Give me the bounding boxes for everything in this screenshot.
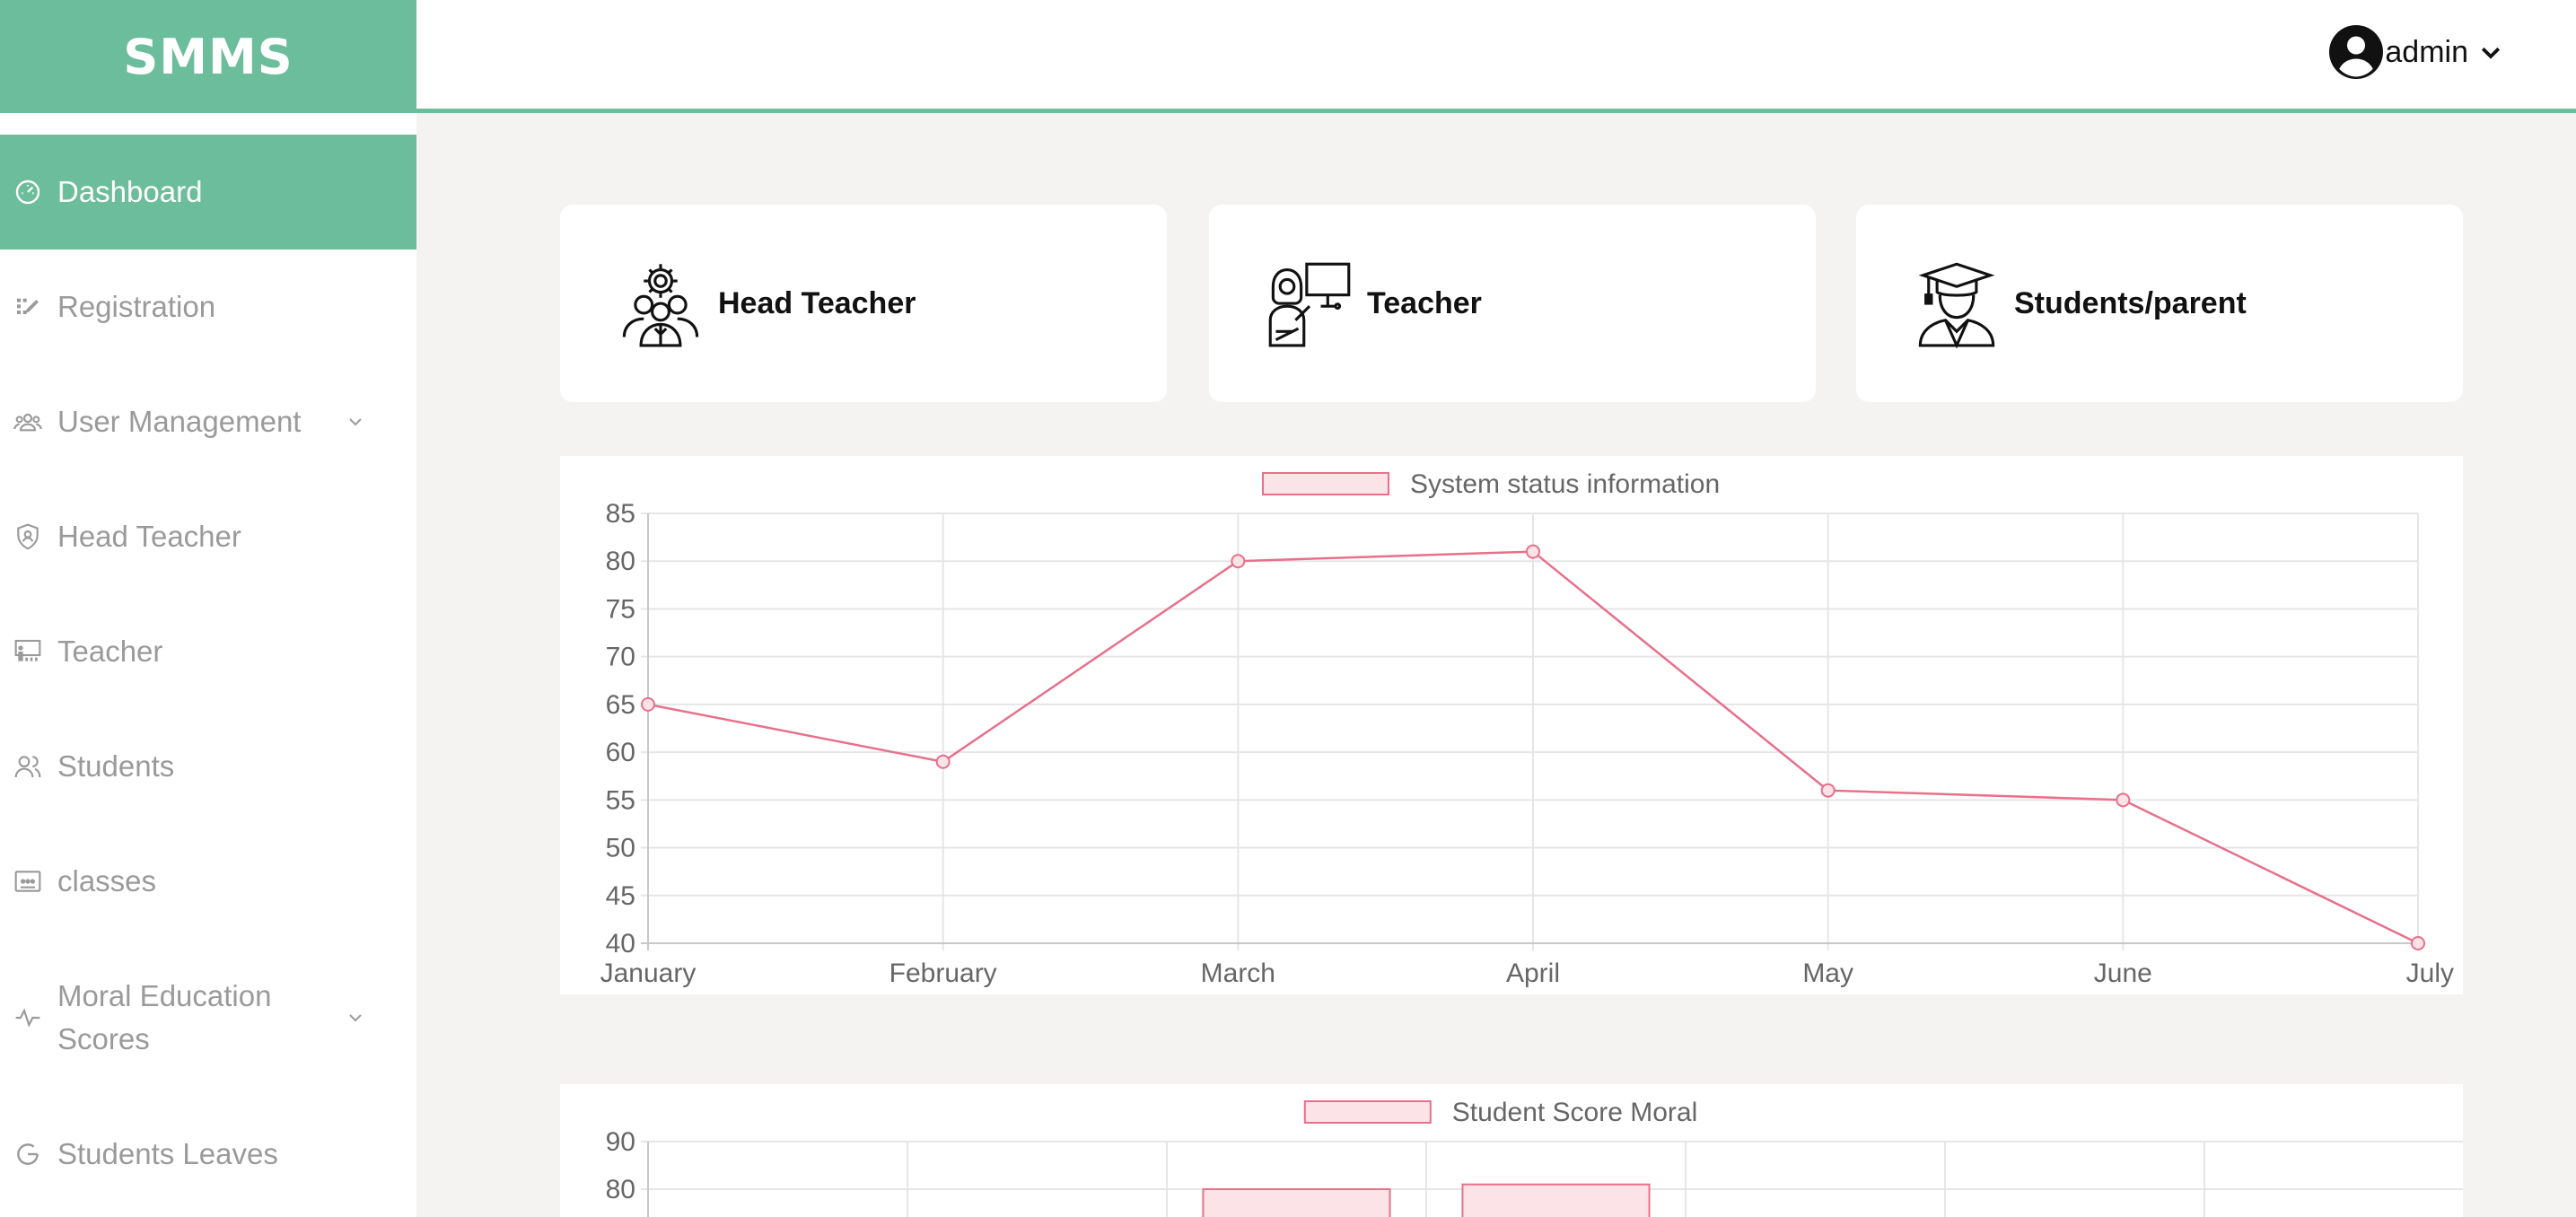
user-menu[interactable]: admin: [2329, 25, 2504, 79]
sidebar-item-label: Teacher: [57, 635, 163, 668]
sidebar-item-head-teacher[interactable]: Head Teacher: [0, 479, 416, 594]
chevron-down-icon: [349, 1014, 362, 1022]
y-tick-label: 80: [606, 1175, 635, 1204]
sidebar-item-label: Students Leaves: [57, 1137, 278, 1170]
data-point: [935, 754, 951, 769]
x-tick-label: February: [889, 959, 997, 988]
data-point: [1526, 544, 1540, 559]
sidebar-item-label: User Management: [57, 405, 302, 438]
x-tick-label: July: [2406, 959, 2454, 988]
sidebar-item-dashboard[interactable]: Dashboard: [0, 135, 416, 250]
legend-label: System status information: [1410, 469, 1720, 499]
top-header: admin: [416, 0, 2576, 113]
bar: [1461, 1183, 1651, 1217]
graduate-icon: [1918, 262, 1995, 348]
data-point: [2116, 792, 2131, 808]
line-chart-svg: System status information 85 80 75 70 65 60 55 5…: [600, 469, 2454, 988]
user-avatar-icon: [2329, 25, 2384, 79]
data-point: [1231, 554, 1246, 569]
legend-label: Student Score Moral: [1452, 1098, 1697, 1127]
x-tick-label: June: [2094, 959, 2152, 988]
y-tick-label: 90: [606, 1127, 635, 1157]
chevron-down-icon: [2481, 47, 2501, 59]
y-tick-label: 75: [606, 594, 635, 624]
card-label: Teacher: [1367, 285, 1482, 320]
card-label: Students/parent: [2014, 285, 2247, 320]
data-point: [2411, 936, 2425, 950]
y-tick-label: 55: [606, 785, 635, 815]
students-icon: [13, 751, 43, 782]
y-tick-label: 40: [606, 929, 635, 959]
y-tick-label: 85: [606, 499, 635, 529]
card-teacher[interactable]: Teacher: [1209, 205, 1816, 402]
x-tick-label: March: [1201, 959, 1275, 988]
sidebar-item-label: Head Teacher: [57, 520, 241, 553]
y-tick-label: 45: [606, 881, 635, 911]
user-name: admin: [2385, 34, 2468, 69]
y-tick-label: 80: [606, 547, 635, 576]
sidebar-item-students-leaves[interactable]: Students Leaves: [0, 1097, 416, 1212]
y-tick-label: 65: [606, 690, 635, 720]
teacher-board-icon: [13, 636, 43, 667]
sidebar-item-registration[interactable]: Registration: [0, 250, 416, 364]
bar-chart-svg: Student Score Moral 90 80: [606, 1098, 2463, 1217]
card-label: Head Teacher: [718, 285, 916, 320]
sidebar-item-teacher[interactable]: Teacher: [0, 594, 416, 709]
data-point: [641, 696, 655, 712]
leave-icon: [13, 1139, 43, 1169]
registration-icon: [13, 292, 43, 322]
sidebar-item-classes[interactable]: classes: [0, 824, 416, 939]
chevron-down-icon: [349, 418, 362, 426]
sidebar: SMMS Dashboard Registration User Managem…: [0, 0, 416, 1217]
sidebar-item-label: Dashboard: [57, 175, 203, 208]
classes-icon: [13, 866, 43, 897]
x-tick-label: April: [1506, 959, 1560, 988]
data-point: [1820, 783, 1836, 798]
users-icon: [13, 407, 43, 437]
dashboard-icon: [13, 177, 43, 207]
brand-title: SMMS: [123, 28, 294, 85]
sidebar-nav: Dashboard Registration User Management H…: [0, 135, 416, 1212]
sidebar-item-label: classes: [57, 864, 157, 897]
shield-user-icon: [13, 521, 43, 552]
x-tick-label: January: [600, 959, 697, 988]
sidebar-item-user-management[interactable]: User Management: [0, 364, 416, 479]
y-tick-label: 70: [606, 643, 635, 672]
brand-logo[interactable]: SMMS: [0, 0, 416, 113]
activity-icon: [13, 1002, 43, 1033]
student-score-moral-chart: Student Score Moral 90 80: [560, 1084, 2463, 1217]
head-teacher-icon: [622, 264, 699, 347]
card-head-teacher[interactable]: Head Teacher: [560, 205, 1167, 402]
sidebar-item-label: Students: [57, 749, 175, 783]
sidebar-item-students[interactable]: Students: [0, 709, 416, 824]
legend-swatch: [1303, 1100, 1432, 1124]
sidebar-item-label: Moral Education Scores: [57, 979, 272, 1055]
card-students-parent[interactable]: Students/parent: [1856, 205, 2463, 402]
y-tick-label: 60: [606, 738, 635, 767]
system-status-chart: System status information 85 80 75 70 65 60 55 5…: [560, 456, 2463, 994]
y-tick-label: 50: [606, 834, 635, 863]
bar: [1202, 1188, 1391, 1217]
legend-swatch: [1262, 472, 1389, 495]
sidebar-item-moral-education-scores[interactable]: Moral Education Scores: [0, 939, 416, 1097]
sidebar-item-label: Registration: [57, 290, 216, 323]
teacher-icon: [1268, 262, 1351, 347]
x-tick-label: May: [1802, 959, 1853, 988]
